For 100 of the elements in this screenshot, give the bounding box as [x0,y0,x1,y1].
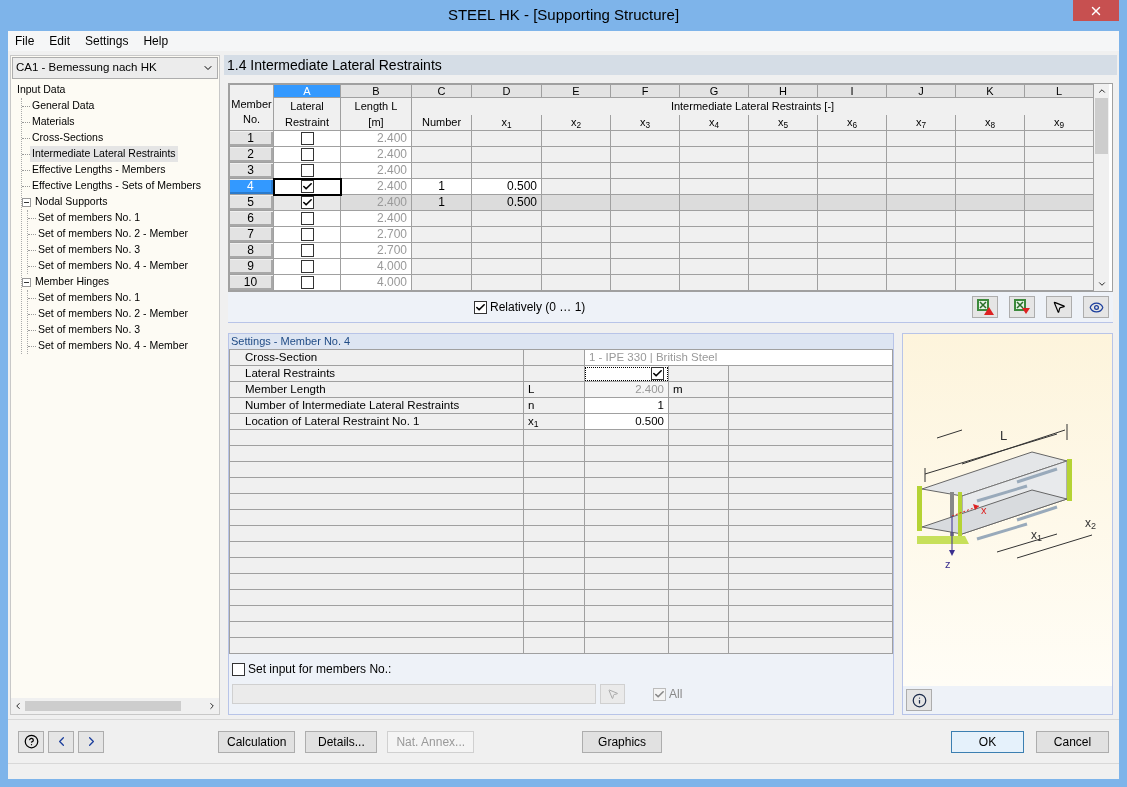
tree-item[interactable]: Set of members No. 2 - Member [36,226,190,242]
x-axis-label: x [981,503,987,518]
pointer-icon [1052,300,1066,314]
table-cell: 1 [438,179,445,193]
menu-item[interactable]: Edit [49,32,71,50]
dialog-button[interactable]: Graphics [582,730,663,753]
collapse-icon[interactable] [22,277,31,287]
checkbox[interactable] [300,244,314,257]
tree-item[interactable]: Set of members No. 1 [36,290,143,306]
tree-item[interactable]: General Data [30,98,97,114]
column-letter[interactable]: B [340,84,412,98]
scrollbar-thumb[interactable] [1095,98,1108,154]
export-button[interactable] [972,296,998,318]
menu-item[interactable]: Settings [85,32,129,50]
vertical-scrollbar[interactable] [1094,84,1109,291]
tree-item[interactable]: Set of members No. 3 [36,242,143,258]
set-input-checkbox[interactable]: Set input for members No.: [232,660,890,678]
tree-item[interactable]: Effective Lengths - Members [30,162,168,178]
window-title: STEEL HK - [Supporting Structure] [447,5,680,26]
column-header: x$_{5}$ [777,115,789,128]
horizontal-scrollbar[interactable] [11,698,219,714]
setting-value: 1 - IPE 330 | British Steel [589,351,718,363]
help-icon [23,734,39,749]
column-letter[interactable]: I [817,84,887,98]
row-header[interactable]: 10 [230,275,273,290]
row-header[interactable]: 5 [230,195,273,210]
tree-item[interactable]: Set of members No. 4 - Member [36,338,190,354]
tree-item[interactable]: Effective Lengths - Sets of Members [30,178,204,194]
checkbox[interactable] [232,662,245,676]
setting-label: Member Length [245,383,326,395]
checkbox[interactable] [300,228,314,241]
page-title: 1.4 Intermediate Lateral Restraints [224,55,1117,75]
view-button[interactable] [1083,296,1109,318]
tree-item[interactable]: Input Data [15,82,68,98]
setting-label: Number of Intermediate Lateral Restraints [245,399,460,411]
checkbox[interactable] [651,367,664,380]
row-header[interactable]: 7 [230,227,273,242]
column-header: x$_{6}$ [846,115,858,128]
members-input-field[interactable] [232,684,596,704]
column-header: Length L [m] [353,99,399,130]
column-letter[interactable]: L [1024,84,1094,98]
row-header[interactable]: 2 [230,147,273,162]
column-letter[interactable]: G [679,84,749,98]
setting-value[interactable]: 1 [657,399,664,411]
tree-item[interactable]: Cross-Sections [30,130,106,146]
row-header[interactable]: 9 [230,259,273,274]
tree-item[interactable]: Nodal Supports [33,194,110,210]
table-cell: 2.700 [376,243,407,257]
checkbox[interactable] [474,300,487,314]
import-button[interactable] [1009,296,1035,318]
table-cell: 2.700 [376,227,407,241]
eye-icon [1088,299,1104,315]
checkbox[interactable] [300,163,314,177]
column-letter[interactable]: D [471,84,542,98]
dialog-button[interactable]: OK [951,730,1024,753]
tree-item[interactable]: Intermediate Lateral Restraints [30,146,178,162]
row-header[interactable]: 6 [230,211,273,226]
checkbox[interactable] [300,148,314,161]
info-icon [911,692,927,708]
scroll-right-icon [207,701,217,711]
column-letter[interactable]: K [955,84,1025,98]
row-header[interactable]: 1 [230,131,273,146]
column-letter[interactable]: J [886,84,956,98]
menu-item[interactable]: File [15,32,35,50]
tree-item[interactable]: Materials [30,114,77,130]
table-cell: 2.400 [376,131,407,145]
column-letter[interactable]: F [610,84,680,98]
checkbox[interactable] [300,276,314,289]
checkbox[interactable] [300,212,314,225]
info-button[interactable] [906,689,932,711]
relatively-checkbox[interactable]: Relatively (0 … 1) [474,298,586,316]
tree-item[interactable]: Set of members No. 4 - Member [36,258,190,274]
dialog-button[interactable]: Calculation [218,730,296,753]
row-header[interactable]: 8 [230,243,273,258]
column-letter[interactable]: E [541,84,611,98]
dialog-button[interactable]: Details... [305,730,378,753]
row-header[interactable]: 3 [230,163,273,178]
group-header: Intermediate Lateral Restraints [-] [670,99,835,112]
column-header: x$_{3}$ [639,115,651,128]
column-letter[interactable]: H [748,84,818,98]
tree-item[interactable]: Set of members No. 3 [36,322,143,338]
help-button[interactable] [18,730,44,753]
tree-item[interactable]: Member Hinges [33,274,112,290]
collapse-icon[interactable] [22,197,31,207]
tree-item[interactable]: Set of members No. 1 [36,210,143,226]
column-letter[interactable]: C [411,84,472,98]
checkbox[interactable] [300,180,314,193]
pick-button[interactable] [1046,296,1072,318]
dialog-button[interactable]: Cancel [1036,730,1109,753]
table-cell: 0.500 [506,195,537,209]
table-cell: 2.400 [376,211,407,225]
checkbox[interactable] [300,196,314,210]
menu-item[interactable]: Help [143,32,169,50]
case-dropdown[interactable]: CA1 - Bemessung nach HK [12,57,218,79]
next-button[interactable] [78,730,104,753]
length-label: L [1000,427,1008,445]
tree-item[interactable]: Set of members No. 2 - Member [36,306,190,322]
checkbox[interactable] [300,260,314,273]
column-header: x$_{7}$ [915,115,927,128]
checkbox[interactable] [300,132,314,145]
